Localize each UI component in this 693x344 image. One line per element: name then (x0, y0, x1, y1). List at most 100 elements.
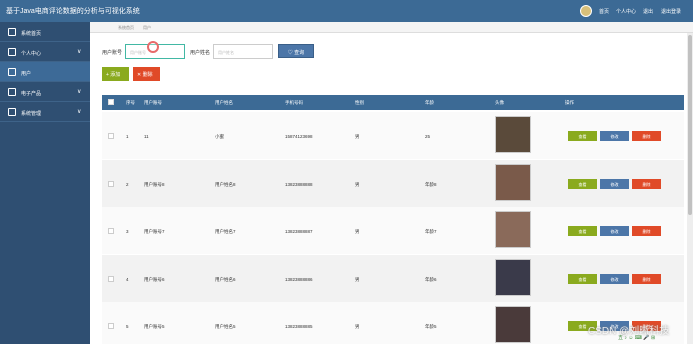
sidebar-item-label: 系统管理 (21, 111, 42, 117)
avatar-image (495, 259, 531, 296)
view-button[interactable]: 查看 (568, 274, 597, 284)
cell-name: 用户姓名6 (215, 277, 236, 282)
cell-index: 5 (126, 324, 129, 329)
cell-gender: 男 (355, 324, 360, 329)
product-icon (8, 88, 16, 96)
breadcrumb-home[interactable]: 系统首页 (118, 25, 134, 31)
nav-profile[interactable]: 个人中心 (616, 8, 636, 15)
cell-gender: 男 (355, 277, 360, 282)
chevron-down-icon: ∨ (77, 109, 82, 115)
avatar[interactable] (580, 5, 592, 17)
row-checkbox[interactable] (108, 323, 114, 329)
cell-gender: 男 (355, 229, 360, 234)
col-actions: 操作 (565, 100, 574, 105)
breadcrumb-current[interactable]: 用户 (143, 25, 151, 31)
sidebar-item-products[interactable]: 电子产品 ∨ (0, 82, 90, 102)
col-phone: 手机号码 (285, 100, 303, 105)
cell-account: 用户账号7 (144, 229, 165, 234)
name-search-input[interactable]: 用户姓名 (213, 44, 273, 59)
user-icon (8, 68, 16, 76)
search-button[interactable]: ♡ 查询 (278, 44, 314, 58)
nav-logout[interactable]: 退出登录 (661, 8, 681, 15)
cell-account: 用户账号5 (144, 324, 165, 329)
cell-gender: 男 (355, 182, 360, 187)
top-bar: 基于Java电商评论数据的分析与可视化系统 首页 个人中心 退出 退出登录 (0, 0, 693, 22)
cell-name: 用户姓名5 (215, 324, 236, 329)
row-checkbox[interactable] (108, 228, 114, 234)
cell-age: 年龄8 (425, 182, 437, 187)
cell-age: 年龄5 (425, 324, 437, 329)
cell-name: 小蜜 (215, 134, 224, 139)
add-button[interactable]: + 添加 (102, 67, 129, 81)
remove-button[interactable]: 删除 (632, 226, 661, 236)
cell-account: 用户账号8 (144, 182, 165, 187)
nav-home[interactable]: 首页 (599, 8, 609, 15)
view-button[interactable]: 查看 (568, 131, 597, 141)
avatar-image (495, 211, 531, 248)
cell-age: 年龄7 (425, 229, 437, 234)
edit-button[interactable]: 修改 (600, 274, 629, 284)
sidebar-item-system[interactable]: 系统管理 ∨ (0, 102, 90, 122)
cell-index: 3 (126, 229, 129, 234)
edit-button[interactable]: 修改 (600, 179, 629, 189)
cell-name: 用户姓名7 (215, 229, 236, 234)
sidebar-item-home[interactable]: 系统首页 (0, 22, 90, 42)
table-row: 1 11 小蜜 15874123698 男 25 查看 修改 删除 (102, 112, 684, 159)
person-icon (8, 48, 16, 56)
account-label: 用户账号 (102, 50, 123, 56)
sidebar-item-label: 系统首页 (21, 31, 42, 37)
edit-button[interactable]: 修改 (600, 131, 629, 141)
row-checkbox[interactable] (108, 276, 114, 282)
avatar-image (495, 116, 531, 153)
sidebar-item-label: 电子产品 (21, 91, 42, 97)
table-row: 4 用户账号6 用户姓名6 13823888886 男 年龄6 查看 修改 删除 (102, 255, 684, 302)
cell-phone: 13823888887 (285, 229, 313, 234)
table-row: 2 用户账号8 用户姓名8 13823888888 男 年龄8 查看 修改 删除 (102, 160, 684, 207)
cell-account: 11 (144, 134, 149, 139)
remove-button[interactable]: 删除 (632, 274, 661, 284)
cell-account: 用户账号6 (144, 277, 165, 282)
remove-button[interactable]: 删除 (632, 179, 661, 189)
cell-gender: 男 (355, 134, 360, 139)
table-header: 序号 用户账号 用户姓名 手机号码 性别 年龄 头像 操作 (102, 95, 684, 110)
sidebar-item-profile[interactable]: 个人中心 ∨ (0, 42, 90, 62)
cell-phone: 15874123698 (285, 134, 313, 139)
view-button[interactable]: 查看 (568, 226, 597, 236)
cell-phone: 13823888886 (285, 277, 313, 282)
edit-button[interactable]: 修改 (600, 226, 629, 236)
col-age: 年龄 (425, 100, 434, 105)
table-row: 3 用户账号7 用户姓名7 13823888887 男 年龄7 查看 修改 删除 (102, 207, 684, 254)
cell-age: 年龄6 (425, 277, 437, 282)
row-checkbox[interactable] (108, 133, 114, 139)
cell-phone: 13823888885 (285, 324, 313, 329)
name-label: 用户姓名 (190, 50, 211, 56)
breadcrumb: 系统首页 用户 (90, 22, 693, 33)
cell-index: 1 (126, 134, 129, 139)
nav-exit[interactable]: 退出 (643, 8, 653, 15)
cell-index: 4 (126, 277, 129, 282)
cell-phone: 13823888888 (285, 182, 313, 187)
scrollbar[interactable] (687, 33, 693, 344)
remove-button[interactable]: 删除 (632, 131, 661, 141)
select-all-checkbox[interactable] (108, 99, 114, 105)
cell-name: 用户姓名8 (215, 182, 236, 187)
home-icon (8, 28, 16, 36)
settings-icon (8, 108, 16, 116)
row-checkbox[interactable] (108, 181, 114, 187)
delete-button[interactable]: ✕ 删除 (133, 67, 160, 81)
chevron-down-icon: ∨ (77, 89, 82, 95)
col-index: 序号 (126, 100, 135, 105)
col-account: 用户账号 (144, 100, 162, 105)
avatar-image (495, 164, 531, 201)
ime-toolbar: 五 ♪ ☺ ⌨ 🎤 ⊞ (618, 335, 656, 341)
app-title: 基于Java电商评论数据的分析与可视化系统 (6, 8, 140, 15)
col-avatar: 头像 (495, 100, 504, 105)
col-name: 用户姓名 (215, 100, 233, 105)
sidebar: 系统首页 个人中心 ∨ 用户 电子产品 ∨ 系统管理 ∨ (0, 22, 90, 344)
mouse-cursor-indicator (147, 41, 159, 53)
sidebar-item-label: 个人中心 (21, 51, 42, 57)
view-button[interactable]: 查看 (568, 179, 597, 189)
avatar-image (495, 306, 531, 343)
sidebar-item-users[interactable]: 用户 (0, 62, 90, 82)
scrollbar-thumb[interactable] (688, 35, 692, 215)
